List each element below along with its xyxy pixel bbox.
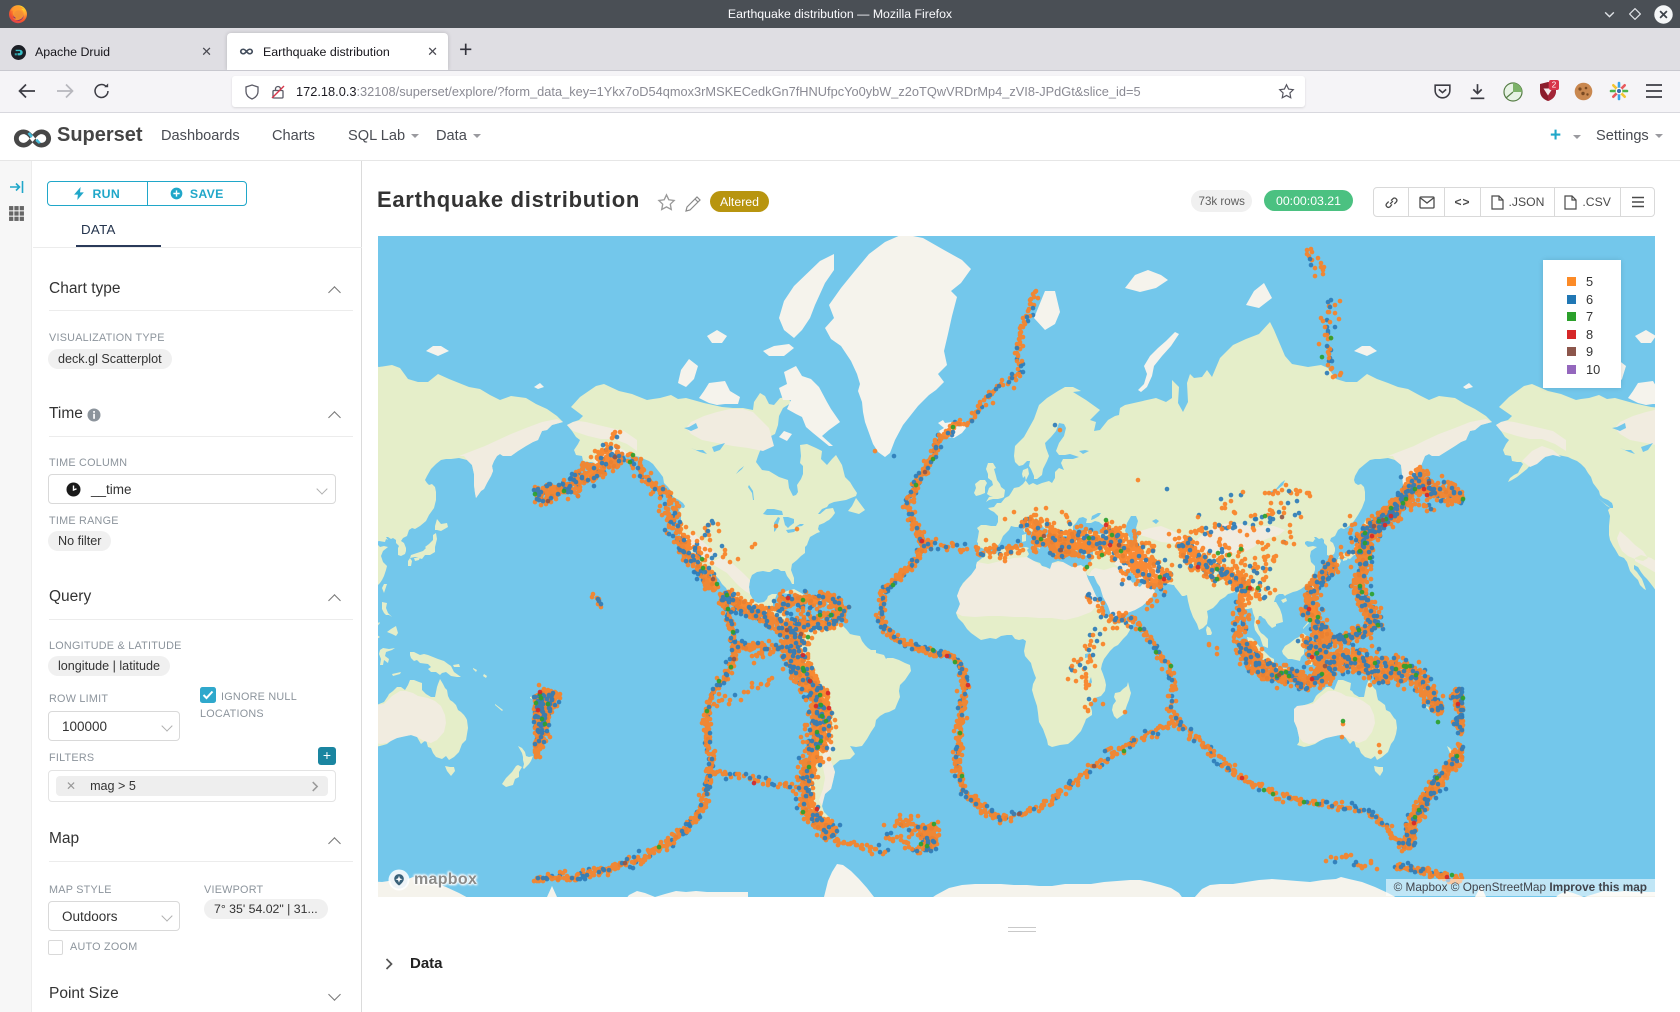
svg-text:2: 2: [1552, 81, 1557, 90]
